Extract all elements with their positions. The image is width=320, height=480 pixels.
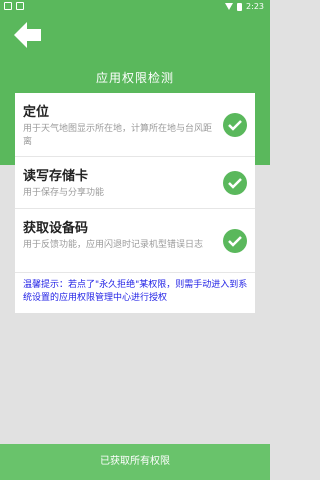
permission-name: 获取设备码: [23, 221, 89, 236]
permission-item-device-id: 获取设备码 用于反馈功能，应用闪退时记录机型错误日志: [15, 209, 255, 273]
check-icon: [223, 229, 247, 253]
wifi-icon: [225, 3, 234, 10]
status-bar: 2:23: [0, 0, 270, 14]
permission-item-location: 定位 用于天气地图显示所在地，计算所在地与台风距离: [15, 93, 255, 157]
notification-icon: [4, 2, 12, 10]
check-icon: [223, 113, 247, 137]
status-time: 2:23: [246, 2, 264, 11]
permission-desc: 用于天气地图显示所在地，计算所在地与台风距离: [23, 124, 213, 147]
all-permissions-granted-button[interactable]: 已获取所有权限: [0, 444, 270, 480]
permission-desc: 用于保存与分享功能: [23, 188, 105, 198]
back-button[interactable]: [14, 22, 42, 48]
permission-name: 读写存储卡: [23, 169, 89, 184]
permission-desc: 用于反馈功能，应用闪退时记录机型错误日志: [23, 240, 204, 250]
back-arrow-icon: [14, 22, 41, 48]
tip-text: 温馨提示：若点了"永久拒绝"某权限，则需手动进入到系统设置的应用权限管理中心进行…: [23, 280, 248, 303]
permission-card: 定位 用于天气地图显示所在地，计算所在地与台风距离 读写存储卡 用于保存与分享功…: [15, 93, 255, 313]
permission-item-storage: 读写存储卡 用于保存与分享功能: [15, 157, 255, 209]
permission-name: 定位: [23, 105, 50, 120]
check-icon: [223, 171, 247, 195]
battery-icon: [237, 2, 243, 11]
page-title: 应用权限检测: [95, 71, 174, 85]
notification-icon: [16, 2, 24, 10]
